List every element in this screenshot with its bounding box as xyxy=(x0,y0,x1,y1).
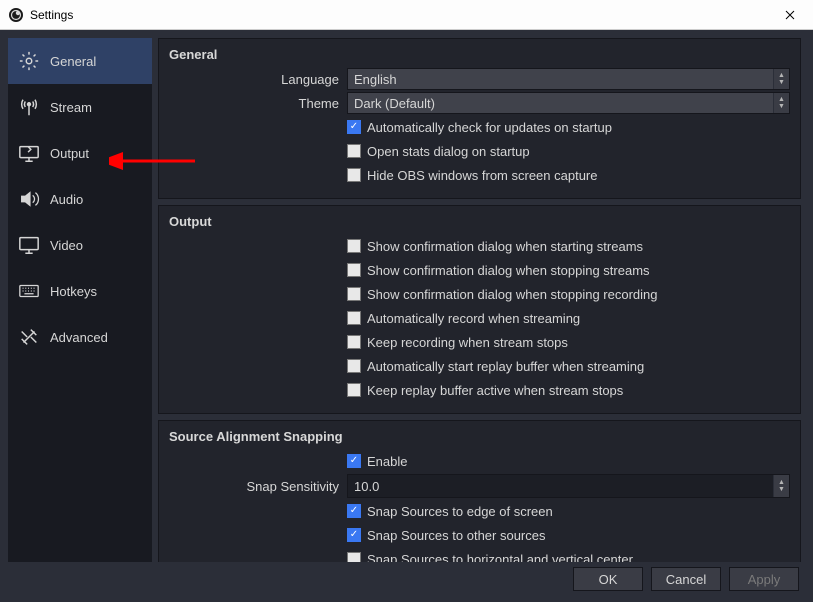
speaker-icon xyxy=(18,188,40,210)
output-icon xyxy=(18,142,40,164)
checkbox-icon xyxy=(347,504,361,518)
checkbox-icon xyxy=(347,311,361,325)
updown-icon: ▲▼ xyxy=(773,69,789,89)
checkbox-icon xyxy=(347,335,361,349)
sidebar-item-label: General xyxy=(50,54,96,69)
check-auto-record[interactable]: Automatically record when streaming xyxy=(347,311,580,326)
checkbox-icon xyxy=(347,552,361,562)
checkbox-icon xyxy=(347,287,361,301)
monitor-icon xyxy=(18,234,40,256)
sidebar-item-hotkeys[interactable]: Hotkeys xyxy=(8,268,152,314)
apply-button[interactable]: Apply xyxy=(729,567,799,591)
sidebar-item-label: Advanced xyxy=(50,330,108,345)
settings-content[interactable]: General Language English ▲▼ Theme Dark xyxy=(158,38,805,562)
checkbox-icon xyxy=(347,168,361,182)
window-title: Settings xyxy=(30,8,73,22)
theme-select[interactable]: Dark (Default) ▲▼ xyxy=(347,92,790,114)
keyboard-icon xyxy=(18,280,40,302)
checkbox-icon xyxy=(347,144,361,158)
sidebar-item-stream[interactable]: Stream xyxy=(8,84,152,130)
settings-sidebar: General Stream Output Audio xyxy=(8,38,152,562)
sidebar-item-audio[interactable]: Audio xyxy=(8,176,152,222)
check-snap-center[interactable]: Snap Sources to horizontal and vertical … xyxy=(347,552,633,563)
sidebar-item-label: Output xyxy=(50,146,89,161)
checkbox-icon xyxy=(347,383,361,397)
check-hide-windows[interactable]: Hide OBS windows from screen capture xyxy=(347,168,597,183)
updown-icon: ▲▼ xyxy=(773,475,789,497)
window-close-button[interactable] xyxy=(775,0,805,30)
sidebar-item-output[interactable]: Output xyxy=(8,130,152,176)
group-output: Output Show confirmation dialog when sta… xyxy=(158,205,801,414)
sidebar-item-advanced[interactable]: Advanced xyxy=(8,314,152,360)
sidebar-item-label: Video xyxy=(50,238,83,253)
group-title: Output xyxy=(169,214,790,229)
group-title: Source Alignment Snapping xyxy=(169,429,790,444)
checkbox-icon xyxy=(347,263,361,277)
checkbox-icon xyxy=(347,239,361,253)
checkbox-icon xyxy=(347,120,361,134)
group-general: General Language English ▲▼ Theme Dark xyxy=(158,38,801,199)
check-open-stats[interactable]: Open stats dialog on startup xyxy=(347,144,530,159)
sidebar-item-label: Stream xyxy=(50,100,92,115)
language-label: Language xyxy=(169,72,347,87)
app-icon xyxy=(8,7,24,23)
checkbox-icon xyxy=(347,454,361,468)
sidebar-item-general[interactable]: General xyxy=(8,38,152,84)
cancel-button[interactable]: Cancel xyxy=(651,567,721,591)
check-confirm-stop-stream[interactable]: Show confirmation dialog when stopping s… xyxy=(347,263,650,278)
group-title: General xyxy=(169,47,790,62)
snap-sensitivity-input[interactable]: 10.0 ▲▼ xyxy=(347,474,790,498)
check-auto-replay-buffer[interactable]: Automatically start replay buffer when s… xyxy=(347,359,644,374)
check-keep-recording[interactable]: Keep recording when stream stops xyxy=(347,335,568,350)
check-keep-replay-buffer[interactable]: Keep replay buffer active when stream st… xyxy=(347,383,623,398)
broadcast-icon xyxy=(18,96,40,118)
snap-sensitivity-label: Snap Sensitivity xyxy=(169,479,347,494)
theme-label: Theme xyxy=(169,96,347,111)
group-snapping: Source Alignment Snapping Enable Snap Se… xyxy=(158,420,801,562)
check-snap-edge[interactable]: Snap Sources to edge of screen xyxy=(347,504,553,519)
updown-icon: ▲▼ xyxy=(773,93,789,113)
checkbox-icon xyxy=(347,359,361,373)
sidebar-item-label: Hotkeys xyxy=(50,284,97,299)
titlebar: Settings xyxy=(0,0,813,30)
check-confirm-stop-record[interactable]: Show confirmation dialog when stopping r… xyxy=(347,287,658,302)
check-confirm-start-stream[interactable]: Show confirmation dialog when starting s… xyxy=(347,239,643,254)
check-auto-update[interactable]: Automatically check for updates on start… xyxy=(347,120,612,135)
checkbox-icon xyxy=(347,528,361,542)
check-snap-sources[interactable]: Snap Sources to other sources xyxy=(347,528,546,543)
gear-icon xyxy=(18,50,40,72)
check-snap-enable[interactable]: Enable xyxy=(347,454,407,469)
dialog-footer: OK Cancel Apply xyxy=(0,562,813,602)
sidebar-item-label: Audio xyxy=(50,192,83,207)
sidebar-item-video[interactable]: Video xyxy=(8,222,152,268)
ok-button[interactable]: OK xyxy=(573,567,643,591)
language-select[interactable]: English ▲▼ xyxy=(347,68,790,90)
tools-icon xyxy=(18,326,40,348)
